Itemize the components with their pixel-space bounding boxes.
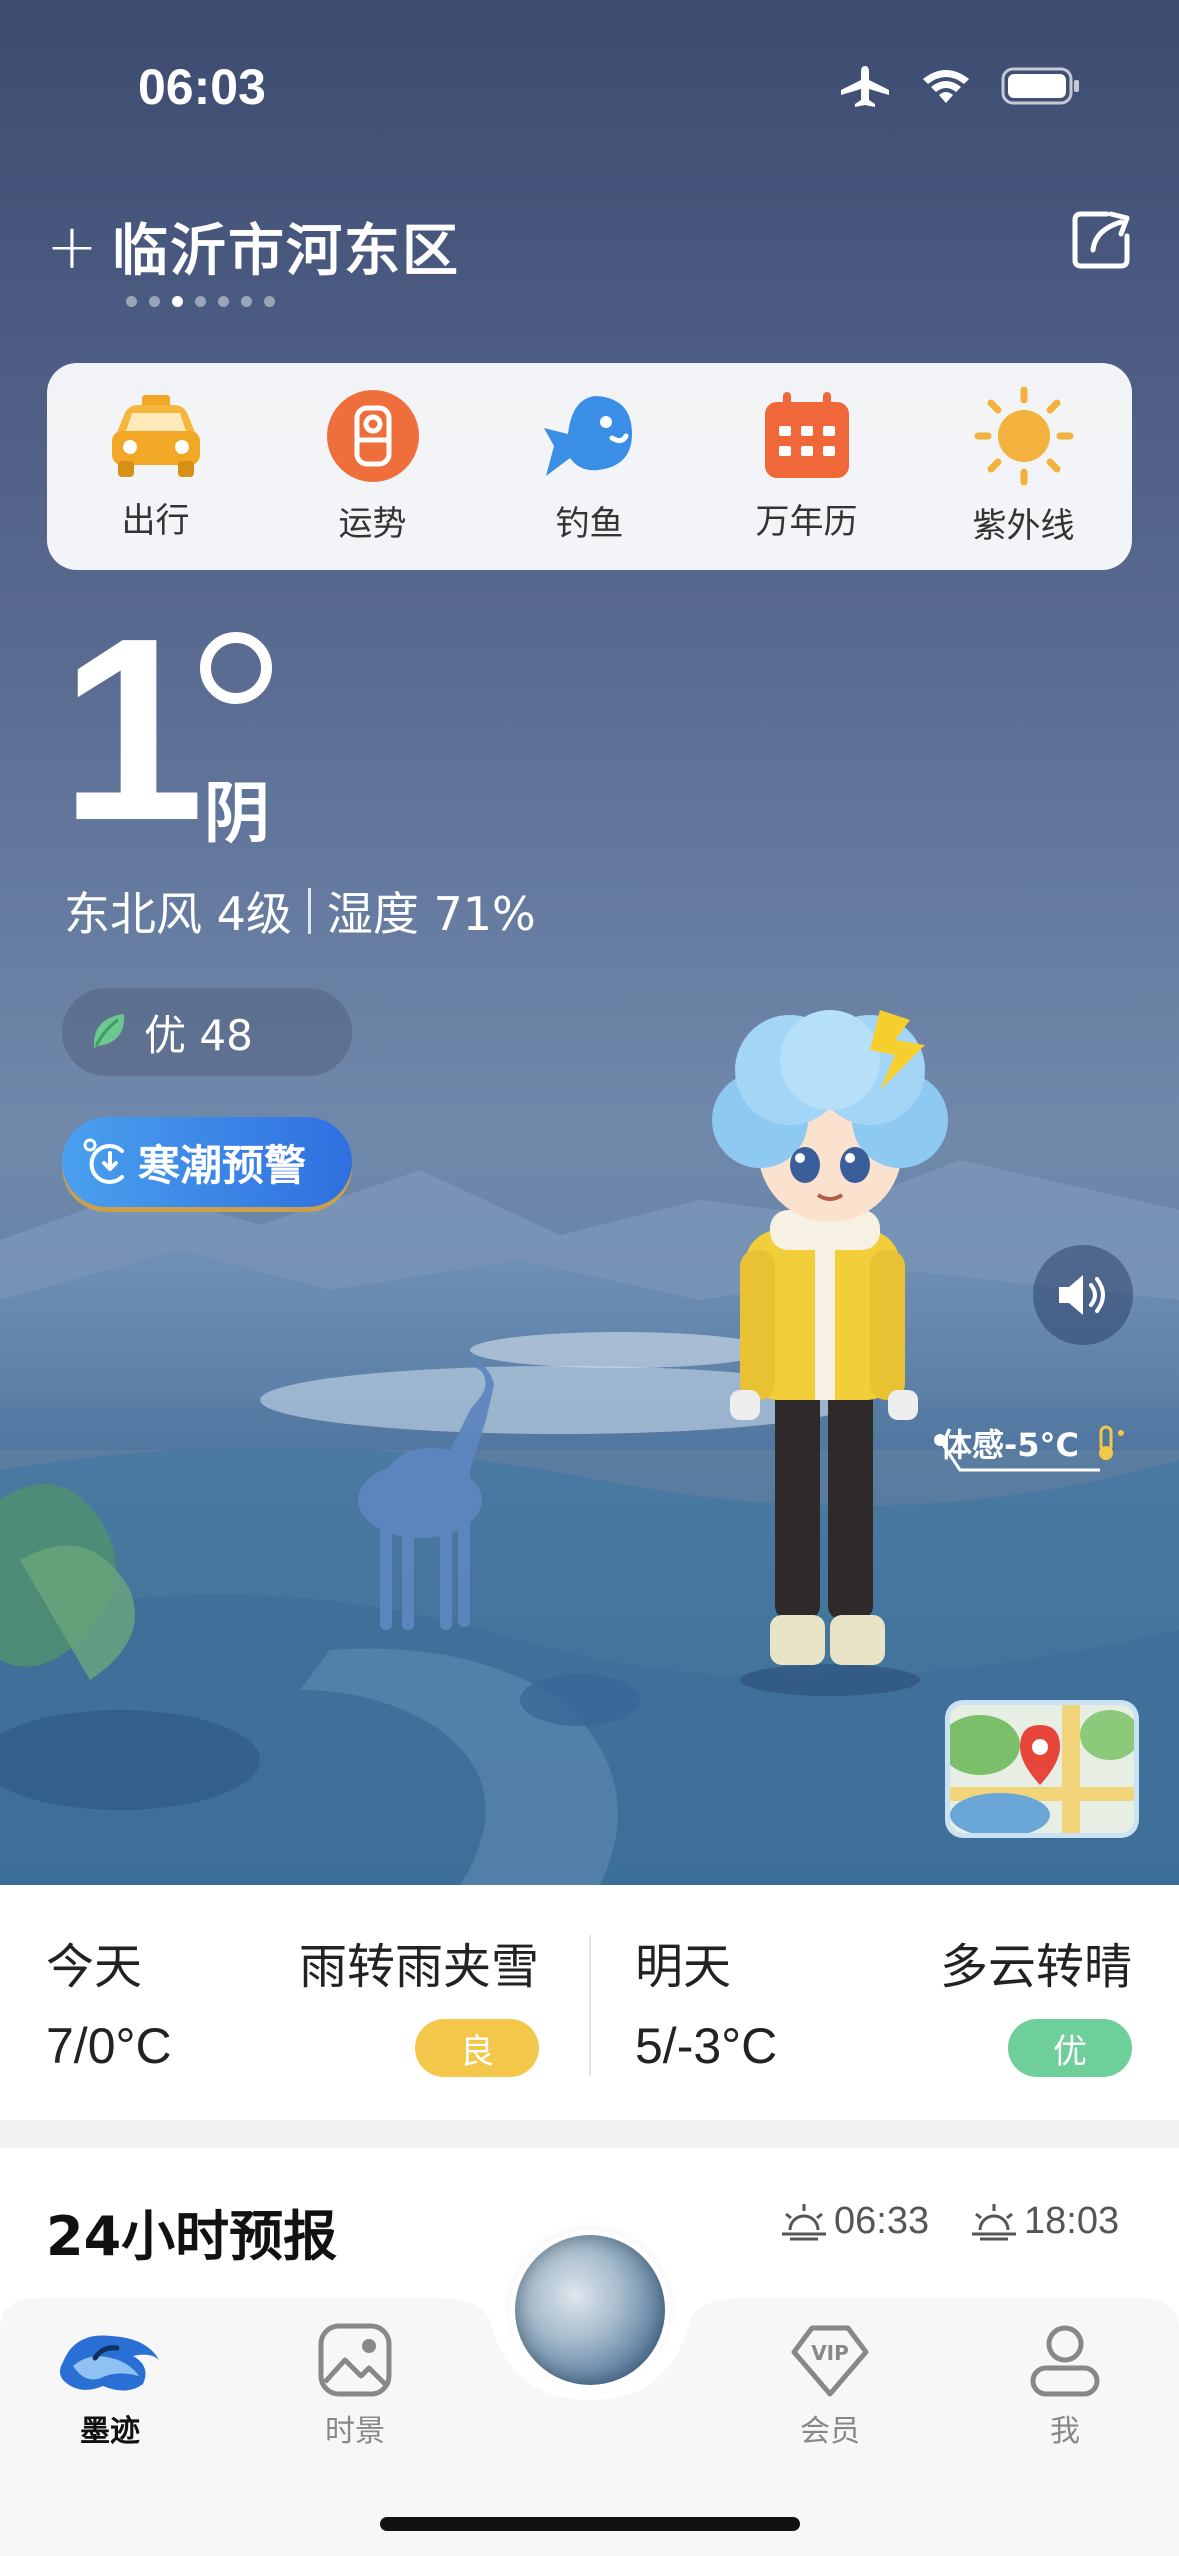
voice-broadcast-button[interactable]: [1033, 1245, 1133, 1345]
location-header[interactable]: + 临沂市河东区: [46, 206, 460, 287]
quick-item-calendar[interactable]: 万年历: [727, 390, 887, 543]
battery-icon: [1001, 67, 1079, 105]
page-dot: [149, 296, 160, 307]
humidity-text: 湿度 71%: [326, 887, 536, 941]
cold-wave-warning[interactable]: 寒潮预警: [62, 1117, 352, 1207]
current-temperature: 1: [60, 585, 205, 875]
weather-screen: 06:03 + 临沂市河东区 出行 运势 钓鱼 万年历 紫外线 1 阴 东北风 …: [0, 0, 1179, 2556]
wind-text: 东北风 4级: [64, 887, 292, 941]
quick-item-fishing[interactable]: 钓鱼: [510, 388, 670, 545]
share-icon[interactable]: [1071, 208, 1133, 274]
quick-services-bar: 出行 运势 钓鱼 万年历 紫外线: [47, 363, 1132, 570]
aqi-pill[interactable]: 优 48: [62, 988, 352, 1076]
sunset-icon: [972, 2203, 1016, 2240]
wind-humidity: 东北风 4级 湿度 71%: [64, 878, 536, 944]
svg-text:VIP: VIP: [811, 2341, 849, 2365]
nav-item-scenery[interactable]: 时景: [290, 2322, 420, 2450]
quick-item-travel[interactable]: 出行: [76, 391, 236, 542]
leaf-icon: [93, 1014, 125, 1048]
aqi-badge: 良: [415, 2019, 539, 2077]
center-weather-button[interactable]: [510, 2230, 670, 2390]
aqi-badge: 优: [1008, 2019, 1132, 2077]
sunrise-time: 06:33: [834, 2200, 930, 2242]
sunrise: 06:33: [780, 2200, 929, 2243]
page-indicator: [126, 296, 275, 307]
user-icon: [1030, 2325, 1100, 2397]
status-time: 06:03: [138, 59, 266, 115]
forecast-tomorrow[interactable]: 明天 多云转晴 5/-3°C 优: [589, 1885, 1178, 2120]
sunset: 18:03: [970, 2200, 1119, 2243]
moji-logo-icon: [60, 2335, 159, 2391]
forecast-temp: 7/0°C: [46, 2018, 172, 2074]
quick-label: 钓鱼: [555, 504, 624, 544]
speaker-icon: [1059, 1275, 1105, 1315]
feels-like-text: 体感-5°C: [940, 1426, 1080, 1464]
section-gap: [0, 2120, 1179, 2148]
divider: [307, 888, 311, 934]
plus-icon[interactable]: +: [46, 215, 98, 278]
vip-icon: VIP: [791, 2325, 869, 2397]
page-dot: [264, 296, 275, 307]
warning-text: 寒潮预警: [138, 1140, 307, 1190]
page-dot: [126, 296, 137, 307]
quick-item-fortune[interactable]: 运势: [293, 388, 453, 545]
status-icons: [839, 64, 1081, 108]
sunset-time: 18:03: [1024, 2200, 1120, 2242]
wifi-icon: [923, 70, 969, 103]
thermometer-icon: [1099, 1425, 1125, 1460]
hourly-title: 24小时预报: [46, 2205, 338, 2268]
page-dot-active: [172, 296, 183, 307]
fish-icon: [543, 396, 632, 476]
page-dot: [218, 296, 229, 307]
nav-item-vip[interactable]: VIP 会员: [765, 2322, 895, 2450]
current-condition: 阴: [204, 775, 270, 852]
page-dot: [241, 296, 252, 307]
quick-label: 运势: [338, 504, 407, 544]
fortune-icon: [326, 390, 419, 482]
quick-label: 紫外线: [972, 506, 1075, 546]
forecast-day-label: 明天: [635, 1939, 732, 1995]
feels-like: 体感-5°C: [940, 1420, 1129, 1466]
aqi-text: 优 48: [144, 1010, 253, 1060]
home-indicator[interactable]: [380, 2517, 800, 2531]
forecast-condition: 多云转晴: [939, 1939, 1132, 1995]
nav-label: 我: [1050, 2414, 1080, 2449]
calendar-icon: [764, 392, 849, 478]
forecast-divider: [589, 1935, 591, 2075]
quick-item-uv[interactable]: 紫外线: [944, 386, 1104, 547]
map-button[interactable]: [945, 1700, 1139, 1838]
nav-label: 会员: [800, 2414, 860, 2449]
quick-label: 万年历: [755, 502, 858, 542]
location-name[interactable]: 临沂市河东区: [112, 206, 460, 287]
nav-label: 时景: [325, 2414, 385, 2449]
forecast-today[interactable]: 今天 雨转雨夹雪 7/0°C 良: [0, 1885, 589, 2120]
page-dot: [195, 296, 206, 307]
airplane-icon: [841, 66, 889, 107]
sun-icon: [974, 386, 1073, 486]
taxi-icon: [111, 395, 200, 477]
forecast-day-label: 今天: [46, 1939, 143, 1995]
nav-label: 墨迹: [80, 2414, 140, 2449]
cold-wave-icon: [83, 1138, 124, 1184]
image-icon: [318, 2323, 392, 2397]
nav-item-moji[interactable]: 墨迹: [45, 2322, 175, 2450]
map-icon: [950, 1705, 1134, 1833]
forecast-temp: 5/-3°C: [635, 2018, 778, 2074]
forecast-condition: 雨转雨夹雪: [298, 1939, 539, 1995]
degree-symbol: [200, 632, 272, 704]
nav-item-me[interactable]: 我: [1000, 2322, 1130, 2450]
quick-label: 出行: [121, 501, 190, 541]
weather-orb-icon: [515, 2235, 665, 2385]
sunrise-icon: [782, 2203, 826, 2240]
